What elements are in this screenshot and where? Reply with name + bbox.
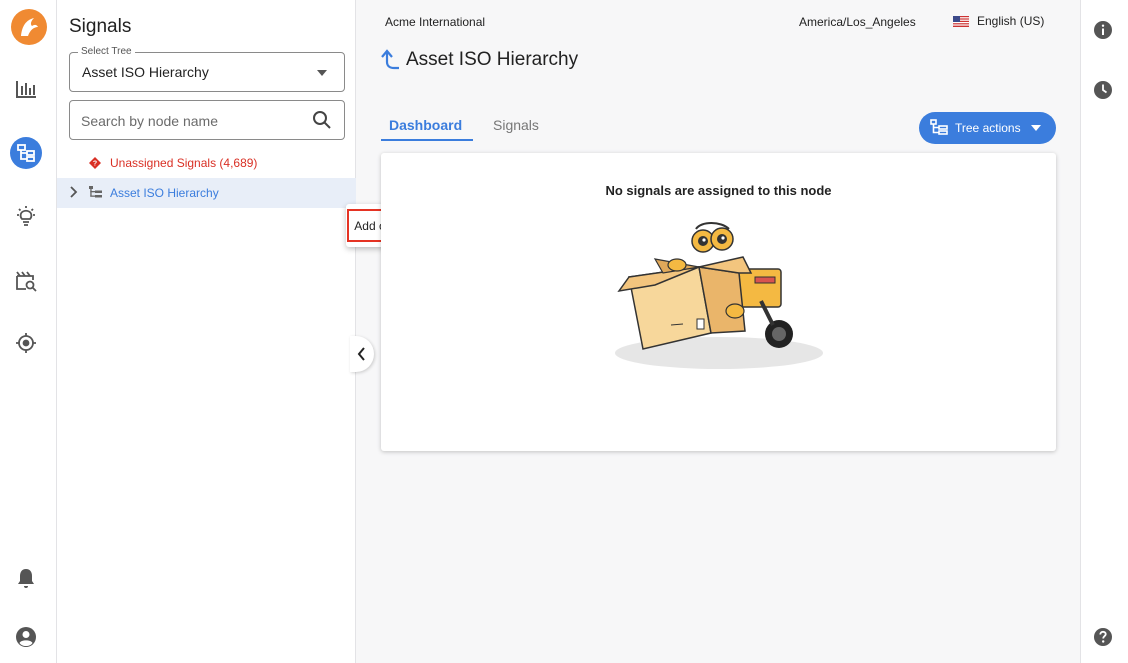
analytics-icon[interactable] [10,73,42,105]
collapse-panel-button[interactable] [350,336,374,372]
page-title: Asset ISO Hierarchy [406,49,579,70]
tree-node-icon [89,185,103,201]
select-tree-dropdown[interactable]: Select Tree Asset ISO Hierarchy [69,46,345,92]
tree-actions-label: Tree actions [955,121,1021,135]
search-clip-icon[interactable] [10,265,42,297]
caret-down-icon [1030,125,1041,131]
tree-item-label: Asset ISO Hierarchy [110,186,219,200]
tree-panel: Signals Select Tree Asset ISO Hierarchy … [57,0,356,663]
active-tab-indicator [381,139,473,141]
select-tree-label: Select Tree [78,46,135,57]
back-up-arrow-icon[interactable] [381,49,401,71]
history-icon[interactable] [1093,80,1113,100]
caret-down-icon [317,70,327,76]
app-logo-icon[interactable] [11,9,47,45]
search-field [69,100,345,140]
robot-box-illustration [611,221,826,376]
tree-item-label: Unassigned Signals (4,689) [110,156,258,170]
dashboard-card: No signals are assigned to this node [381,153,1056,451]
timezone[interactable]: America/Los_Angeles [799,15,916,29]
tree-actions-button[interactable]: Tree actions [919,112,1056,144]
svg-text:?: ? [93,161,97,168]
tree-icon [930,118,948,138]
warning-diamond-icon: ? [89,157,101,169]
org-name[interactable]: Acme International [385,15,485,29]
help-icon[interactable] [1093,627,1113,647]
language-selector[interactable]: English (US) [953,14,1044,28]
us-flag-icon [953,15,969,27]
right-rail [1080,0,1128,663]
panel-title: Signals [69,16,132,37]
tree-icon[interactable] [10,137,42,169]
target-icon[interactable] [10,327,42,359]
chevron-right-icon[interactable] [69,185,83,201]
lightbulb-icon[interactable] [10,201,42,233]
tree-item-unassigned[interactable]: ? Unassigned Signals (4,689) [57,148,356,178]
tab-dashboard[interactable]: Dashboard [389,117,462,133]
bell-icon[interactable] [10,562,42,594]
tab-signals[interactable]: Signals [493,117,539,133]
search-icon[interactable] [312,110,332,135]
language-label: English (US) [977,14,1045,28]
empty-state-message: No signals are assigned to this node [605,183,832,198]
search-input[interactable] [81,110,301,132]
nav-rail [0,0,57,663]
page-header: Asset ISO Hierarchy [381,49,578,71]
select-tree-value: Asset ISO Hierarchy [82,64,209,80]
account-icon[interactable] [10,621,42,653]
tree-item-root[interactable]: Asset ISO Hierarchy [57,178,356,208]
info-icon[interactable] [1093,20,1113,40]
